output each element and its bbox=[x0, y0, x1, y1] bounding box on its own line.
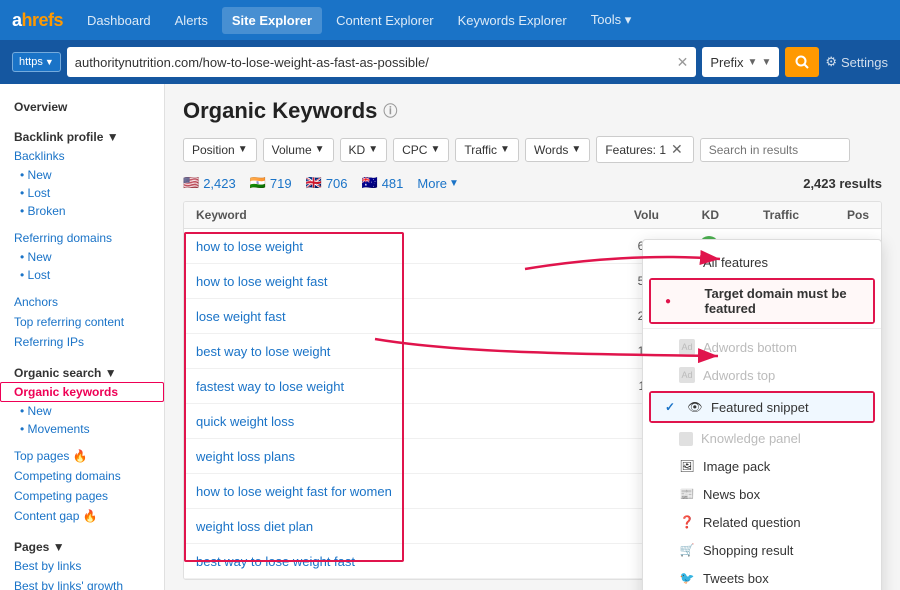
keyword-link-4[interactable]: fastest way to lose weight bbox=[196, 379, 599, 394]
dropdown-news-box[interactable]: 📰 News box bbox=[643, 480, 881, 508]
flag-us[interactable]: 🇺🇸 2,423 bbox=[183, 175, 236, 191]
keyword-link-7[interactable]: how to lose weight fast for women bbox=[196, 484, 599, 499]
results-count: 2,423 results bbox=[803, 176, 882, 191]
filter-kd[interactable]: KD bbox=[340, 138, 388, 162]
sidebar-item-competing-pages[interactable]: Competing pages bbox=[0, 486, 164, 506]
sidebar-sub-ref-lost[interactable]: Lost bbox=[0, 266, 164, 284]
url-bar: https ✕ Prefix ▼ ⚙ Settings bbox=[0, 40, 900, 84]
table-header: Keyword Volu KD Traffic Pos bbox=[184, 202, 881, 229]
sidebar-item-best-by-links[interactable]: Best by links bbox=[0, 556, 164, 576]
filter-words[interactable]: Words bbox=[525, 138, 590, 162]
page-title: Organic Keywords ⓘ bbox=[183, 98, 882, 124]
sidebar-item-top-referring[interactable]: Top referring content bbox=[0, 312, 164, 332]
dropdown-featured-snippet[interactable]: ✓ 👁 Featured snippet bbox=[651, 393, 873, 421]
sidebar-sub-organic-new[interactable]: New bbox=[0, 402, 164, 420]
features-dropdown: All features ● Target domain must be fea… bbox=[642, 239, 882, 590]
filter-position[interactable]: Position bbox=[183, 138, 257, 162]
nav-tools[interactable]: Tools ▾ bbox=[581, 6, 642, 34]
sidebar-item-best-by-growth[interactable]: Best by links' growth bbox=[0, 576, 164, 590]
keyword-link-6[interactable]: weight loss plans bbox=[196, 449, 599, 464]
dropdown-target-domain[interactable]: ● Target domain must be featured bbox=[651, 280, 873, 322]
url-input-wrap: ✕ bbox=[67, 47, 697, 77]
target-domain-box: ● Target domain must be featured bbox=[649, 278, 875, 324]
sidebar-item-referring-ips[interactable]: Referring IPs bbox=[0, 332, 164, 352]
content-area: Organic Keywords ⓘ Position Volume KD CP… bbox=[165, 84, 900, 590]
nav-content-explorer[interactable]: Content Explorer bbox=[326, 7, 444, 34]
search-results-input[interactable] bbox=[700, 138, 850, 162]
settings-button[interactable]: ⚙ Settings bbox=[825, 54, 888, 70]
page-title-info-icon[interactable]: ⓘ bbox=[383, 101, 397, 121]
dropdown-tweets-box[interactable]: 🐦 Tweets box bbox=[643, 564, 881, 590]
sidebar-item-backlinks[interactable]: Backlinks bbox=[0, 146, 164, 166]
sidebar-pages-title[interactable]: Pages ▼ bbox=[0, 534, 164, 556]
main-layout: Overview Backlink profile ▼ Backlinks Ne… bbox=[0, 84, 900, 590]
dropdown-all-features[interactable]: All features bbox=[643, 248, 881, 276]
dropdown-adwords-top[interactable]: Ad Adwords top bbox=[643, 361, 881, 389]
flags-row: 🇺🇸 2,423 🇮🇳 719 🇬🇧 706 🇦🇺 481 More 2,423… bbox=[183, 175, 882, 191]
sidebar-item-content-gap[interactable]: Content gap bbox=[0, 506, 164, 526]
clear-url-button[interactable]: ✕ bbox=[677, 54, 689, 71]
sidebar-item-anchors[interactable]: Anchors bbox=[0, 292, 164, 312]
nav-alerts[interactable]: Alerts bbox=[165, 7, 218, 34]
sidebar-backlink-profile-title[interactable]: Backlink profile ▼ bbox=[0, 124, 164, 146]
sidebar-item-competing-domains[interactable]: Competing domains bbox=[0, 466, 164, 486]
top-nav: ahrefs Dashboard Alerts Site Explorer Co… bbox=[0, 0, 900, 40]
filter-cpc[interactable]: CPC bbox=[393, 138, 449, 162]
keyword-link-9[interactable]: best way to lose weight fast bbox=[196, 554, 599, 569]
dropdown-shopping-result[interactable]: 🛒 Shopping result bbox=[643, 536, 881, 564]
search-button[interactable] bbox=[785, 47, 819, 77]
filter-bar: Position Volume KD CPC Traffic Words Fea… bbox=[183, 136, 882, 163]
search-icon bbox=[794, 54, 810, 70]
filter-traffic[interactable]: Traffic bbox=[455, 138, 519, 162]
logo[interactable]: ahrefs bbox=[12, 10, 63, 31]
filter-features[interactable]: Features: 1 ✕ bbox=[596, 136, 693, 163]
sidebar-sub-organic-movements[interactable]: Movements bbox=[0, 420, 164, 438]
nav-dashboard[interactable]: Dashboard bbox=[77, 7, 161, 34]
sidebar-item-referring-domains[interactable]: Referring domains bbox=[0, 228, 164, 248]
protocol-selector[interactable]: https bbox=[12, 52, 61, 72]
keyword-link-3[interactable]: best way to lose weight bbox=[196, 344, 599, 359]
sidebar-item-organic-keywords[interactable]: Organic keywords bbox=[0, 382, 164, 402]
more-flags-button[interactable]: More bbox=[417, 176, 459, 191]
nav-site-explorer[interactable]: Site Explorer bbox=[222, 7, 322, 34]
url-input[interactable] bbox=[75, 55, 673, 70]
sidebar-sub-backlinks-lost[interactable]: Lost bbox=[0, 184, 164, 202]
sidebar: Overview Backlink profile ▼ Backlinks Ne… bbox=[0, 84, 165, 590]
sidebar-organic-search-title[interactable]: Organic search ▼ bbox=[0, 360, 164, 382]
dropdown-image-pack[interactable]: 🖼 Image pack bbox=[643, 452, 881, 480]
sidebar-sub-backlinks-new[interactable]: New bbox=[0, 166, 164, 184]
dropdown-knowledge-panel[interactable]: Knowledge panel bbox=[643, 425, 881, 452]
dropdown-related-question[interactable]: ❓ Related question bbox=[643, 508, 881, 536]
featured-snippet-box: ✓ 👁 Featured snippet bbox=[649, 391, 875, 423]
prefix-selector[interactable]: Prefix ▼ bbox=[702, 47, 779, 77]
keyword-link-5[interactable]: quick weight loss bbox=[196, 414, 599, 429]
keyword-link-1[interactable]: how to lose weight fast bbox=[196, 274, 599, 289]
sidebar-item-top-pages[interactable]: Top pages bbox=[0, 446, 164, 466]
filter-volume[interactable]: Volume bbox=[263, 138, 334, 162]
sidebar-sub-backlinks-broken[interactable]: Broken bbox=[0, 202, 164, 220]
keyword-link-8[interactable]: weight loss diet plan bbox=[196, 519, 599, 534]
nav-keywords-explorer[interactable]: Keywords Explorer bbox=[448, 7, 577, 34]
keyword-link-2[interactable]: lose weight fast bbox=[196, 309, 599, 324]
flag-gb[interactable]: 🇬🇧 706 bbox=[306, 175, 348, 191]
keyword-link-0[interactable]: how to lose weight bbox=[196, 239, 599, 254]
sidebar-overview: Overview bbox=[0, 94, 164, 116]
flag-au[interactable]: 🇦🇺 481 bbox=[362, 175, 404, 191]
flag-in[interactable]: 🇮🇳 719 bbox=[250, 175, 292, 191]
filter-features-close[interactable]: ✕ bbox=[669, 141, 685, 158]
sidebar-sub-ref-new[interactable]: New bbox=[0, 248, 164, 266]
dropdown-adwords-bottom[interactable]: Ad Adwords bottom bbox=[643, 333, 881, 361]
